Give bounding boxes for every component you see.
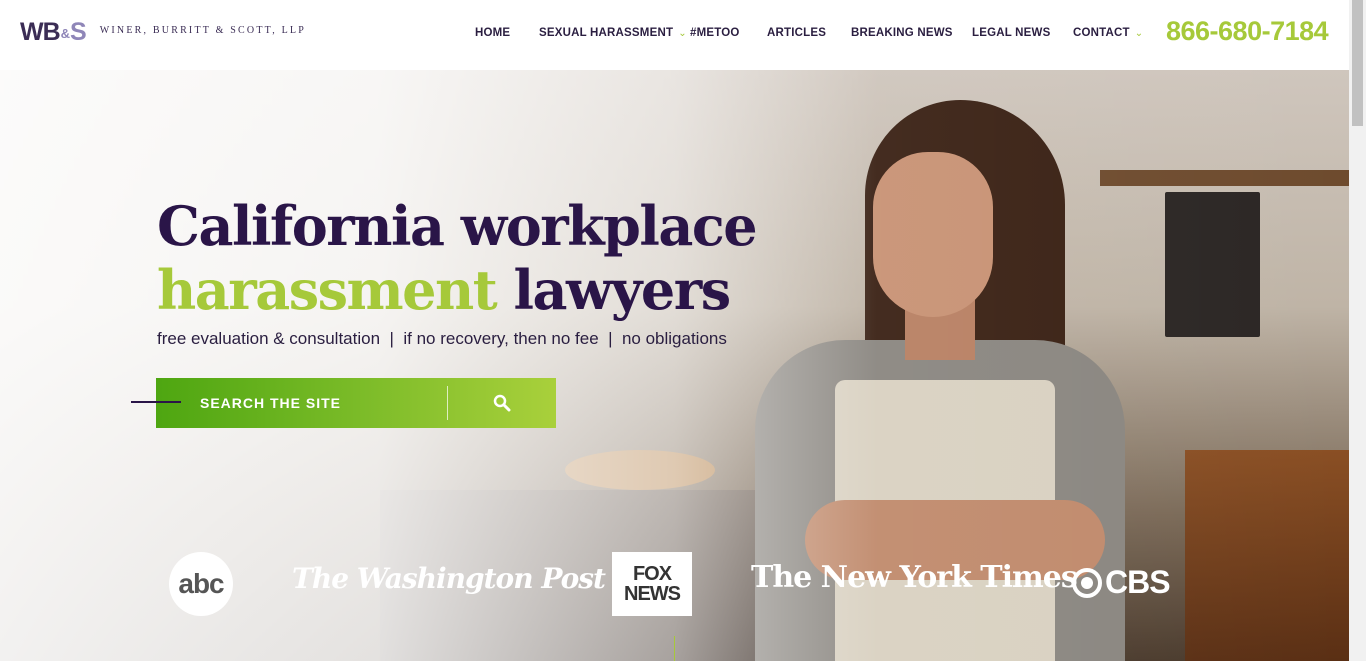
headline-rest: lawyers <box>513 258 732 322</box>
headline-line-2: harassment lawyers <box>157 258 756 322</box>
search-button[interactable] <box>448 378 556 428</box>
phone-number-link[interactable]: 866-680-7184 <box>1166 16 1329 47</box>
nav-item-home[interactable]: HOME <box>475 27 510 39</box>
hero-headline: California workplace harassment lawyers <box>157 194 758 322</box>
firm-name: WINER, BURRITT & SCOTT, LLP <box>99 25 306 36</box>
search-icon <box>493 394 511 412</box>
headline-line-1: California workplace <box>157 194 758 258</box>
search-form <box>156 378 556 428</box>
nav-item-contact[interactable]: CONTACT ⌄ <box>1073 27 1143 39</box>
hero-section: California workplace harassment lawyers … <box>0 70 1349 661</box>
scrollbar-thumb[interactable] <box>1352 0 1363 126</box>
nav-item-legal-news[interactable]: LEGAL NEWS <box>972 27 1050 39</box>
hero-tagline: free evaluation & consultation | if no r… <box>157 329 727 348</box>
headline-accent: harassment <box>157 258 498 322</box>
fox-logo-line-1: FOX <box>632 563 672 585</box>
chevron-down-icon: ⌄ <box>678 28 687 39</box>
logo[interactable]: WB&S WINER, BURRITT & SCOTT, LLP <box>20 18 306 46</box>
cbs-logo: CBS <box>1072 564 1171 601</box>
nav-item-breaking-news[interactable]: BREAKING NEWS <box>851 27 953 39</box>
nav-item-sexual-harassment[interactable]: SEXUAL HARASSMENT ⌄ <box>539 27 687 39</box>
cbs-logo-text: CBS <box>1105 564 1171 600</box>
logo-mark: WB&S <box>20 18 87 46</box>
cbs-eye-icon <box>1072 567 1102 598</box>
abc-logo: abc <box>169 552 233 616</box>
nav-item-metoo[interactable]: #METOO <box>690 27 740 39</box>
media-logos: abc The Washington Post FOX NEWS The New… <box>0 548 1349 628</box>
fox-news-logo: FOX NEWS <box>612 552 692 616</box>
search-accent-line <box>131 401 181 403</box>
fox-logo-line-2: NEWS <box>624 583 681 605</box>
chevron-down-icon: ⌄ <box>1134 28 1144 39</box>
site-header: WB&S WINER, BURRITT & SCOTT, LLP HOME SE… <box>0 0 1349 70</box>
new-york-times-logo: The New York Times <box>751 560 1078 595</box>
page-scrollbar[interactable] <box>1349 0 1366 661</box>
washington-post-logo: The Washington Post <box>292 562 606 595</box>
scroll-indicator-line <box>674 636 675 661</box>
search-input[interactable] <box>200 395 440 411</box>
nav-item-articles[interactable]: ARTICLES <box>767 27 826 39</box>
